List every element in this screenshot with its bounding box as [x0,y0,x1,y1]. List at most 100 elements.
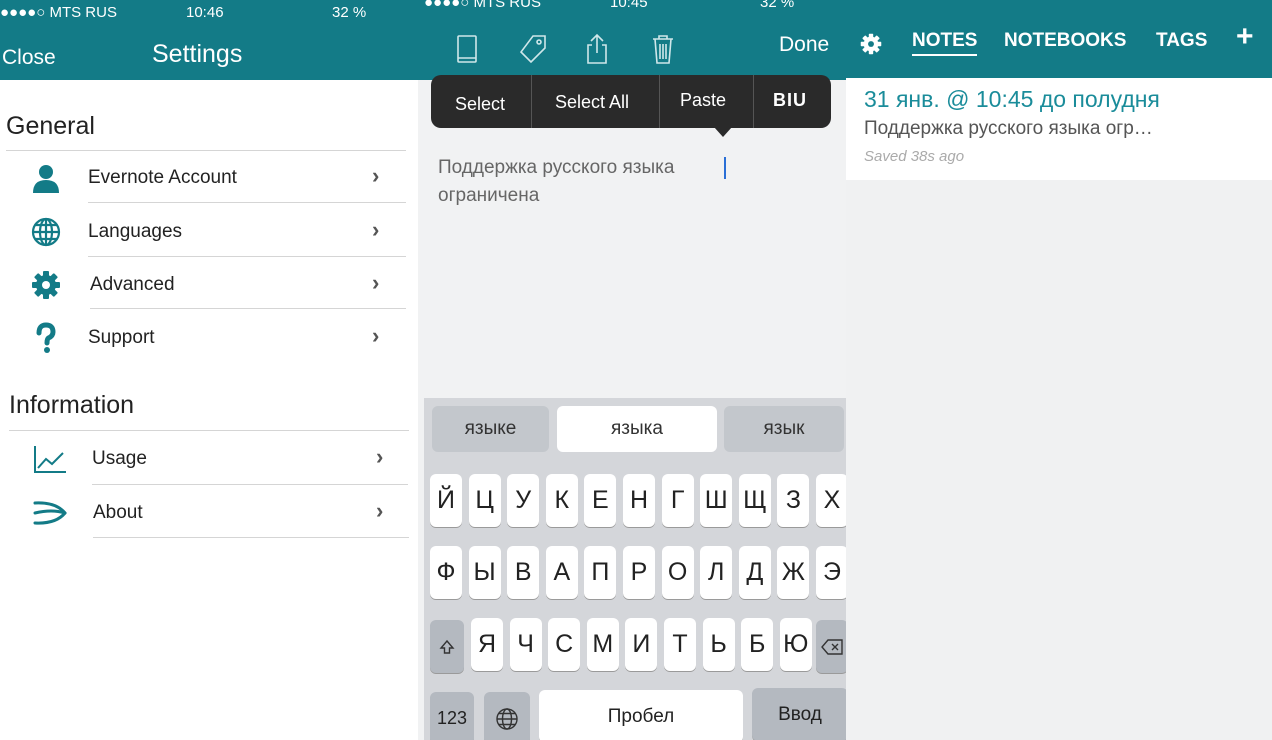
key-Ю[interactable]: Ю [779,618,812,671]
status-time: 10:45 [610,0,648,11]
tab-notes[interactable]: NOTES [912,30,978,56]
key-Э[interactable]: Э [816,546,846,599]
key-Ф[interactable]: Ф [430,546,462,599]
chart-icon [32,443,68,475]
key-Б[interactable]: Б [741,618,774,671]
chevron-right-icon: › [372,217,380,242]
status-carrier: ●●●●○ MTS RUS [424,0,541,11]
key-Й[interactable]: Й [430,474,462,527]
settings-item-support[interactable]: Support › [0,312,418,364]
suggestion-1[interactable]: языке [432,406,549,452]
globe-key[interactable] [484,692,530,740]
select-button[interactable]: Select [455,94,505,115]
key-Г[interactable]: Г [661,474,694,527]
key-Е[interactable]: Е [584,474,617,527]
key-Ь[interactable]: Ь [702,618,735,671]
divider [531,75,532,128]
note-title: 31 янв. @ 10:45 до полудня [864,86,1160,112]
note-saved-time: Saved 38s ago [864,148,965,165]
key-Ы[interactable]: Ы [468,546,501,599]
key-Ц[interactable]: Ц [468,474,501,527]
divider [88,202,406,203]
key-У[interactable]: У [507,474,540,527]
space-key[interactable]: Пробел [539,690,743,740]
gear-icon [28,269,64,301]
tag-icon[interactable] [518,32,548,66]
settings-gear-icon[interactable] [860,33,882,60]
menu-pointer [714,127,732,137]
russian-keyboard: языке языка язык ЙЦУКЕНГШЩЗХ ФЫВАПРОЛДЖЭ… [424,398,846,740]
add-note-button[interactable]: + [1236,20,1254,54]
key-А[interactable]: А [545,546,578,599]
close-button[interactable]: Close [2,46,56,70]
key-Щ[interactable]: Щ [738,474,771,527]
settings-item-label: Advanced [90,274,175,295]
key-Т[interactable]: Т [664,618,696,671]
key-Ш[interactable]: Ш [700,474,733,527]
information-section-header: Information [9,391,135,419]
suggestion-3[interactable]: язык [724,406,844,452]
key-С[interactable]: С [548,618,581,671]
divider [9,430,409,431]
key-З[interactable]: З [777,474,810,527]
settings-item-evernote-account[interactable]: Evernote Account › [0,152,418,204]
globe-icon [28,216,64,248]
settings-item-label: About [93,502,143,523]
key-К[interactable]: К [545,474,578,527]
share-icon[interactable] [582,32,612,66]
format-biu-button[interactable]: BIU [773,90,807,111]
divider [90,308,406,309]
trash-icon[interactable] [648,32,678,66]
note-list-item[interactable]: 31 янв. @ 10:45 до полудня Поддержка рус… [846,78,1272,180]
shift-key[interactable] [430,620,464,673]
numbers-key[interactable]: 123 [430,692,474,740]
tab-tags[interactable]: TAGS [1156,30,1207,52]
status-carrier: ●●●●○ MTS RUS [0,4,117,21]
settings-item-label: Support [88,327,155,348]
paste-button[interactable]: Paste [680,90,726,111]
key-М[interactable]: М [586,618,619,671]
key-И[interactable]: И [625,618,658,671]
status-battery: 32 % [760,0,795,11]
note-body-editor[interactable]: Поддержка русского языка ограничена [438,154,768,210]
editor-toolbar: ●●●●○ MTS RUS 10:45 32 % Done [418,0,846,80]
status-battery: 32 % [332,4,367,21]
chevron-right-icon: › [372,163,380,188]
key-Л[interactable]: Л [700,546,733,599]
status-time: 10:46 [186,4,224,21]
return-key[interactable]: Ввод [752,688,846,740]
editor-panel: ●●●●○ MTS RUS 10:45 32 % Done Select Sel… [418,0,846,740]
key-В[interactable]: В [507,546,540,599]
settings-item-advanced[interactable]: Advanced › [0,259,418,311]
key-Д[interactable]: Д [738,546,771,599]
text-caret [724,157,726,179]
key-Х[interactable]: Х [816,474,846,527]
tab-notebooks[interactable]: NOTEBOOKS [1004,30,1126,52]
key-Ч[interactable]: Ч [509,618,542,671]
settings-item-usage[interactable]: Usage › [0,433,418,485]
key-Ж[interactable]: Ж [777,546,810,599]
key-О[interactable]: О [661,546,694,599]
settings-item-label: Languages [88,221,183,242]
general-section-header: General [6,112,95,140]
settings-header: ●●●●○ MTS RUS 10:46 32 % Close Settings [0,0,418,80]
note-body-text: Поддержка русского языка ограничена [438,157,675,206]
backspace-key[interactable] [816,620,846,673]
divider [88,256,406,257]
key-Р[interactable]: Р [623,546,655,599]
divider [659,75,660,128]
settings-item-label: Evernote Account [88,167,237,188]
chevron-right-icon: › [372,270,380,295]
question-icon [28,322,64,354]
key-П[interactable]: П [584,546,617,599]
select-all-button[interactable]: Select All [555,92,629,113]
done-button[interactable]: Done [779,33,829,57]
suggestion-2[interactable]: языка [557,406,717,452]
settings-item-languages[interactable]: Languages › [0,206,418,258]
settings-item-label: Usage [92,448,147,469]
notebook-icon[interactable] [452,32,482,66]
settings-item-about[interactable]: About › [0,487,418,539]
person-icon [28,162,64,194]
key-Н[interactable]: Н [623,474,655,527]
key-Я[interactable]: Я [471,618,503,671]
